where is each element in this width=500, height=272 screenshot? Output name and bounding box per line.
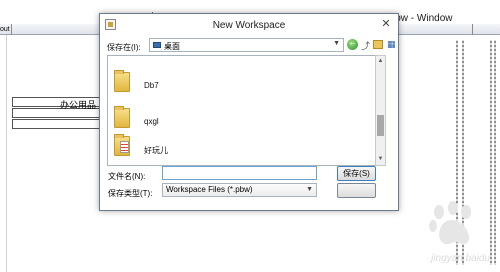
file-list-scrollbar[interactable]: ▲ ▼ bbox=[375, 55, 386, 166]
file-list[interactable]: Db7 qxgl 好玩儿 bbox=[107, 55, 382, 166]
up-folder-icon[interactable]: ⤴ bbox=[361, 39, 371, 51]
list-item[interactable]: Db7 bbox=[108, 70, 208, 100]
file-type-label: 保存类型(T): bbox=[108, 189, 153, 198]
close-button[interactable]: ✕ bbox=[378, 17, 394, 31]
file-type-dropdown[interactable]: Workspace Files (*.pbw) ▼ bbox=[162, 183, 317, 197]
save-button[interactable]: 保存(S) bbox=[337, 166, 376, 181]
list-item[interactable]: 好玩儿 bbox=[108, 134, 208, 164]
cancel-button[interactable] bbox=[337, 183, 376, 198]
folder-icon bbox=[114, 106, 130, 128]
folder-icon bbox=[114, 70, 130, 92]
file-name-input[interactable] bbox=[162, 166, 317, 180]
look-in-value: 桌面 bbox=[164, 42, 180, 51]
scroll-up-icon[interactable]: ▲ bbox=[376, 56, 385, 67]
watermark-text: jingyan.baidu bbox=[431, 253, 490, 264]
scroll-thumb[interactable] bbox=[377, 115, 384, 136]
list-item[interactable]: qxgl bbox=[108, 106, 208, 136]
desktop-icon bbox=[153, 42, 161, 48]
new-workspace-dialog: New Workspace ✕ 保存在(I): 桌面 ▼ ⤴ ▦ Db7 qxg… bbox=[99, 13, 399, 211]
file-name-label: 文件名(N): bbox=[108, 172, 146, 181]
dialog-title: New Workspace bbox=[212, 20, 286, 31]
watermark-logo-icon bbox=[429, 201, 471, 244]
grid-dots bbox=[494, 40, 496, 265]
grid-dots bbox=[490, 40, 492, 265]
dialog-titlebar[interactable]: New Workspace ✕ bbox=[100, 14, 398, 36]
canvas-guide-line bbox=[6, 35, 7, 272]
file-name: qxgl bbox=[144, 117, 159, 126]
file-name: Db7 bbox=[144, 81, 159, 90]
datawindow-title-text: 办公用品 bbox=[60, 100, 97, 110]
look-in-label: 保存在(I): bbox=[107, 43, 141, 52]
look-in-bar: 桌面 ▼ ⤴ ▦ bbox=[149, 37, 396, 52]
new-folder-icon[interactable] bbox=[373, 40, 383, 49]
file-type-value: Workspace Files (*.pbw) bbox=[166, 185, 253, 194]
back-arrow-icon[interactable] bbox=[347, 37, 358, 50]
chevron-down-icon[interactable]: ▼ bbox=[306, 184, 313, 196]
background-toolbar-right bbox=[472, 24, 500, 35]
folder-docs-icon bbox=[114, 134, 130, 156]
view-menu-icon[interactable]: ▦ bbox=[387, 39, 397, 50]
chevron-down-icon[interactable]: ▼ bbox=[333, 40, 340, 47]
scroll-down-icon[interactable]: ▼ bbox=[376, 154, 385, 165]
look-in-dropdown[interactable]: 桌面 ▼ bbox=[149, 38, 344, 52]
background-toolbar-left-tab[interactable]: out bbox=[0, 24, 12, 35]
file-name: 好玩儿 bbox=[144, 146, 168, 155]
